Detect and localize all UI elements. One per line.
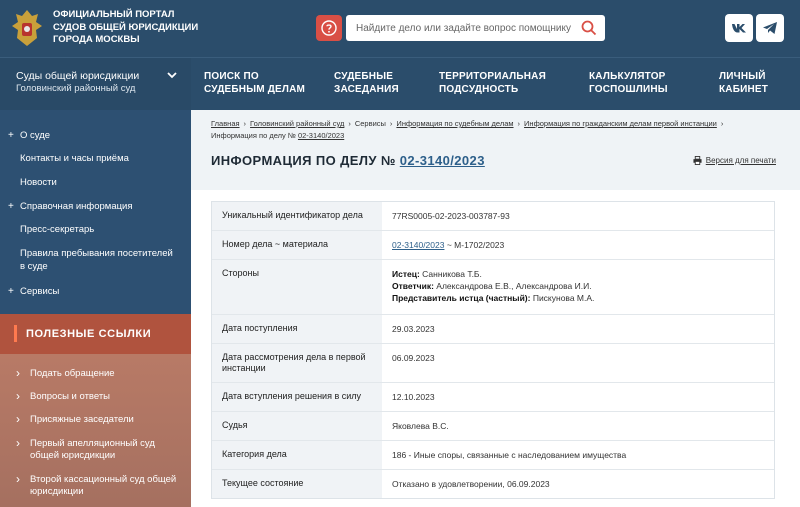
sidebar-menu: О суде Контакты и часы приёма Новости Сп… [0, 110, 191, 314]
row-value: 02-3140/2023 ~ М-1702/2023 [382, 231, 774, 259]
vk-button[interactable] [725, 14, 753, 42]
main-content: Главная › Головинский районный суд › Сервисы… [191, 110, 800, 507]
table-row: Стороны Истец: Санникова Т.Б. Ответчик: … [212, 260, 774, 315]
court-type: Суды общей юрисдикции [16, 70, 140, 82]
breadcrumb-civil-cases[interactable]: Информация по гражданским делам первой и… [524, 119, 717, 128]
link-submit-appeal[interactable]: Подать обращение [16, 367, 115, 380]
row-value: Яковлева В.С. [382, 412, 774, 440]
useful-links-header: Полезные ссылки [0, 314, 191, 354]
defendant-role: Ответчик: [392, 281, 434, 291]
search-icon[interactable] [581, 20, 597, 36]
sidebar-item-press[interactable]: Пресс-секретарь [20, 223, 94, 236]
table-row: Текущее состояние Отказано в удовлетворе… [212, 470, 774, 498]
row-label: Дата вступления решения в силу [212, 383, 382, 411]
representative-role: Представитель истца (частный): [392, 293, 531, 303]
row-label: Текущее состояние [212, 470, 382, 498]
material-number: ~ М-1702/2023 [446, 240, 505, 250]
sidebar-item-services[interactable]: Сервисы [8, 285, 59, 298]
sidebar-item-reference[interactable]: Справочная информация [8, 200, 132, 213]
row-label: Уникальный идентификатор дела [212, 202, 382, 230]
breadcrumb-current-number[interactable]: 02-3140/2023 [298, 131, 344, 140]
useful-links-title: Полезные ссылки [26, 328, 152, 340]
plaintiff-role: Истец: [392, 269, 420, 279]
row-label: Номер дела ~ материала [212, 231, 382, 259]
sidebar: О суде Контакты и часы приёма Новости Сп… [0, 110, 191, 507]
useful-links-list: Подать обращение Вопросы и ответы Присяж… [0, 354, 191, 507]
parties-value: Истец: Санникова Т.Б. Ответчик: Александ… [382, 260, 774, 314]
top-navigation: Суды общей юрисдикции Головинский районн… [0, 57, 800, 111]
table-row: Номер дела ~ материала 02-3140/2023 ~ М-… [212, 231, 774, 260]
row-value: Отказано в удовлетворении, 06.09.2023 [382, 470, 774, 498]
row-label: Категория дела [212, 441, 382, 469]
sidebar-item-news[interactable]: Новости [20, 176, 57, 189]
chevron-down-icon [167, 72, 177, 79]
nav-court-sessions[interactable]: Судебные заседания [334, 70, 399, 96]
sidebar-item-contacts[interactable]: Контакты и часы приёма [20, 152, 129, 165]
table-row: Дата поступления 29.03.2023 [212, 315, 774, 344]
coat-of-arms-icon[interactable] [8, 6, 46, 50]
nav-fee-calculator[interactable]: Калькулятор госпошлины [589, 70, 668, 96]
print-version-label: Версия для печати [705, 156, 776, 165]
table-row: Категория дела 186 - Иные споры, связанн… [212, 441, 774, 470]
link-appeal-court[interactable]: Первый апелляционный суд общей юрисдикци… [16, 437, 180, 462]
page-title-text: Информация по делу № [211, 153, 396, 168]
table-row: Дата вступления решения в силу 12.10.202… [212, 383, 774, 412]
help-button[interactable] [316, 15, 342, 41]
row-value: 12.10.2023 [382, 383, 774, 411]
page-heading-area: Главная › Головинский районный суд › Сервисы… [191, 110, 800, 190]
row-label: Судья [212, 412, 382, 440]
breadcrumb-current: Информация по делу № [211, 131, 296, 140]
breadcrumb: Главная › Головинский районный суд › Сервисы… [211, 119, 724, 140]
nav-case-search[interactable]: Поиск по судебным делам [204, 70, 305, 96]
table-row: Дата рассмотрения дела в первой инстанци… [212, 344, 774, 383]
row-label: Дата рассмотрения дела в первой инстанци… [212, 344, 382, 382]
representative-name: Пискунова М.А. [532, 293, 595, 303]
search-box [346, 15, 605, 41]
court-name: Головинский районный суд [16, 83, 136, 94]
telegram-icon [763, 22, 777, 34]
link-faq[interactable]: Вопросы и ответы [16, 390, 110, 403]
row-label: Стороны [212, 260, 382, 314]
vk-icon [732, 24, 746, 33]
accent-bar [14, 325, 17, 342]
breadcrumb-court[interactable]: Головинский районный суд [250, 119, 344, 128]
case-info-table: Уникальный идентификатор дела 77RS0005-0… [211, 201, 775, 499]
court-selector[interactable]: Суды общей юрисдикции Головинский районн… [0, 58, 191, 111]
nav-jurisdiction[interactable]: Территориальная подсудность [439, 70, 546, 96]
print-version-link[interactable]: Версия для печати [693, 156, 776, 165]
row-value: 29.03.2023 [382, 315, 774, 343]
table-row: Уникальный идентификатор дела 77RS0005-0… [212, 202, 774, 231]
case-number-value-link[interactable]: 02-3140/2023 [392, 240, 444, 250]
plaintiff-name: Санникова Т.Б. [422, 269, 482, 279]
breadcrumb-home[interactable]: Главная [211, 119, 240, 128]
sidebar-item-about[interactable]: О суде [8, 129, 50, 142]
table-row: Судья Яковлева В.С. [212, 412, 774, 441]
row-value: 77RS0005-02-2023-003787-93 [382, 202, 774, 230]
search-input[interactable] [346, 15, 571, 41]
row-value: 186 - Иные споры, связанные с наследован… [382, 441, 774, 469]
breadcrumb-case-info[interactable]: Информация по судебным делам [396, 119, 513, 128]
printer-icon [693, 156, 702, 165]
row-value: 06.09.2023 [382, 344, 774, 382]
nav-personal-account[interactable]: Личный кабинет [719, 70, 768, 96]
defendant-name: Александрова Е.В., Александрова И.И. [436, 281, 592, 291]
breadcrumb-services[interactable]: Сервисы [355, 119, 386, 128]
sidebar-item-rules[interactable]: Правила пребывания посетителей в суде [20, 247, 175, 273]
case-number-link[interactable]: 02-3140/2023 [400, 153, 485, 168]
link-cassation-court[interactable]: Второй кассационный суд общей юрисдикции [16, 473, 180, 498]
portal-title[interactable]: ОФИЦИАЛЬНЫЙ ПОРТАЛ СУДОВ ОБЩЕЙ ЮРИСДИКЦИ… [53, 9, 233, 47]
question-icon [321, 20, 337, 36]
row-label: Дата поступления [212, 315, 382, 343]
telegram-button[interactable] [756, 14, 784, 42]
page-title: Информация по делу № 02-3140/2023 [211, 153, 485, 168]
link-jurors[interactable]: Присяжные заседатели [16, 413, 134, 426]
site-header: ОФИЦИАЛЬНЫЙ ПОРТАЛ СУДОВ ОБЩЕЙ ЮРИСДИКЦИ… [0, 0, 800, 57]
